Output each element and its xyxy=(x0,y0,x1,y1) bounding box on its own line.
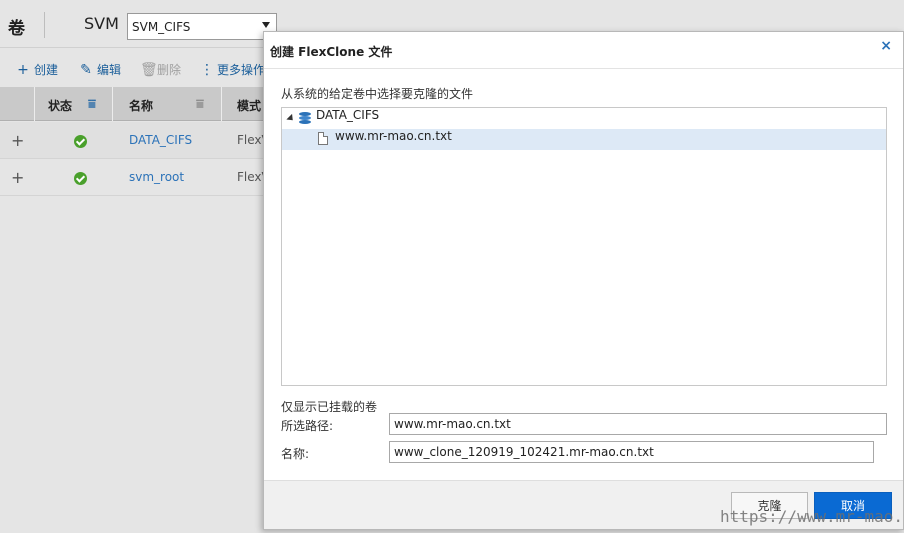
page-title: 卷 xyxy=(8,19,25,39)
tree-node-file[interactable]: www.mr-mao.cn.txt xyxy=(282,129,886,150)
pencil-icon: ✎ xyxy=(80,61,92,78)
mounted-volumes-note: 仅显示已挂载的卷 xyxy=(281,400,378,414)
database-icon xyxy=(299,112,311,125)
tree-node-volume[interactable]: DATA_CIFS xyxy=(282,108,886,129)
file-icon xyxy=(318,132,328,145)
svm-label: SVM xyxy=(84,14,119,33)
svm-selected-value: SVM_CIFS xyxy=(132,20,191,34)
mode-column-label: 模式 xyxy=(237,99,262,113)
volume-name-link[interactable]: DATA_CIFS xyxy=(129,133,192,147)
tree-expander-icon[interactable] xyxy=(286,113,296,124)
svm-select[interactable]: SVM_CIFS xyxy=(127,13,277,40)
name-column-header[interactable]: 名称 ⩸ xyxy=(113,87,222,121)
clone-name-input[interactable] xyxy=(389,441,874,463)
tree-node-label: www.mr-mao.cn.txt xyxy=(335,129,452,143)
filter-icon[interactable]: ⩸ xyxy=(88,97,96,112)
more-vertical-icon: ⋮ xyxy=(200,61,214,78)
filter-icon[interactable]: ⩸ xyxy=(196,97,204,112)
delete-button[interactable]: 🗑 删除 xyxy=(140,61,181,78)
create-button[interactable]: + 创建 xyxy=(17,61,58,78)
status-column-header[interactable]: 状态 ⩸ xyxy=(35,87,113,121)
more-actions-button[interactable]: ⋮ 更多操作 xyxy=(200,61,265,78)
dialog-title: 创建 FlexClone 文件 xyxy=(270,45,393,59)
edit-button[interactable]: ✎ 编辑 xyxy=(80,61,121,78)
dialog-divider xyxy=(264,68,903,69)
delete-label: 删除 xyxy=(157,63,182,77)
create-label: 创建 xyxy=(34,63,59,77)
expand-column-header xyxy=(0,87,35,121)
edit-label: 编辑 xyxy=(97,63,122,77)
plus-icon: + xyxy=(17,61,29,78)
chevron-down-icon xyxy=(262,22,270,28)
close-icon[interactable]: × xyxy=(880,38,892,54)
selected-path-input[interactable] xyxy=(389,413,887,435)
selected-path-label: 所选路径: xyxy=(281,419,334,433)
dialog-instruction: 从系统的给定卷中选择要克隆的文件 xyxy=(281,87,474,101)
flexclone-dialog: 创建 FlexClone 文件 × 从系统的给定卷中选择要克隆的文件 DATA_… xyxy=(263,31,904,530)
name-label: 名称: xyxy=(281,447,310,461)
expand-row-icon[interactable]: + xyxy=(11,131,24,150)
name-column-label: 名称 xyxy=(129,99,154,113)
file-tree[interactable]: DATA_CIFS www.mr-mao.cn.txt xyxy=(281,107,887,386)
check-circle-icon xyxy=(74,172,87,185)
volume-name-link[interactable]: svm_root xyxy=(129,170,184,184)
trash-icon: 🗑 xyxy=(140,61,158,78)
expand-row-icon[interactable]: + xyxy=(11,168,24,187)
more-actions-label: 更多操作 xyxy=(217,63,266,77)
watermark: https://www.mr-mao.cn xyxy=(720,507,904,526)
status-column-label: 状态 xyxy=(48,99,73,113)
tree-node-label: DATA_CIFS xyxy=(316,108,380,122)
check-circle-icon xyxy=(74,135,87,148)
title-divider xyxy=(44,12,45,38)
